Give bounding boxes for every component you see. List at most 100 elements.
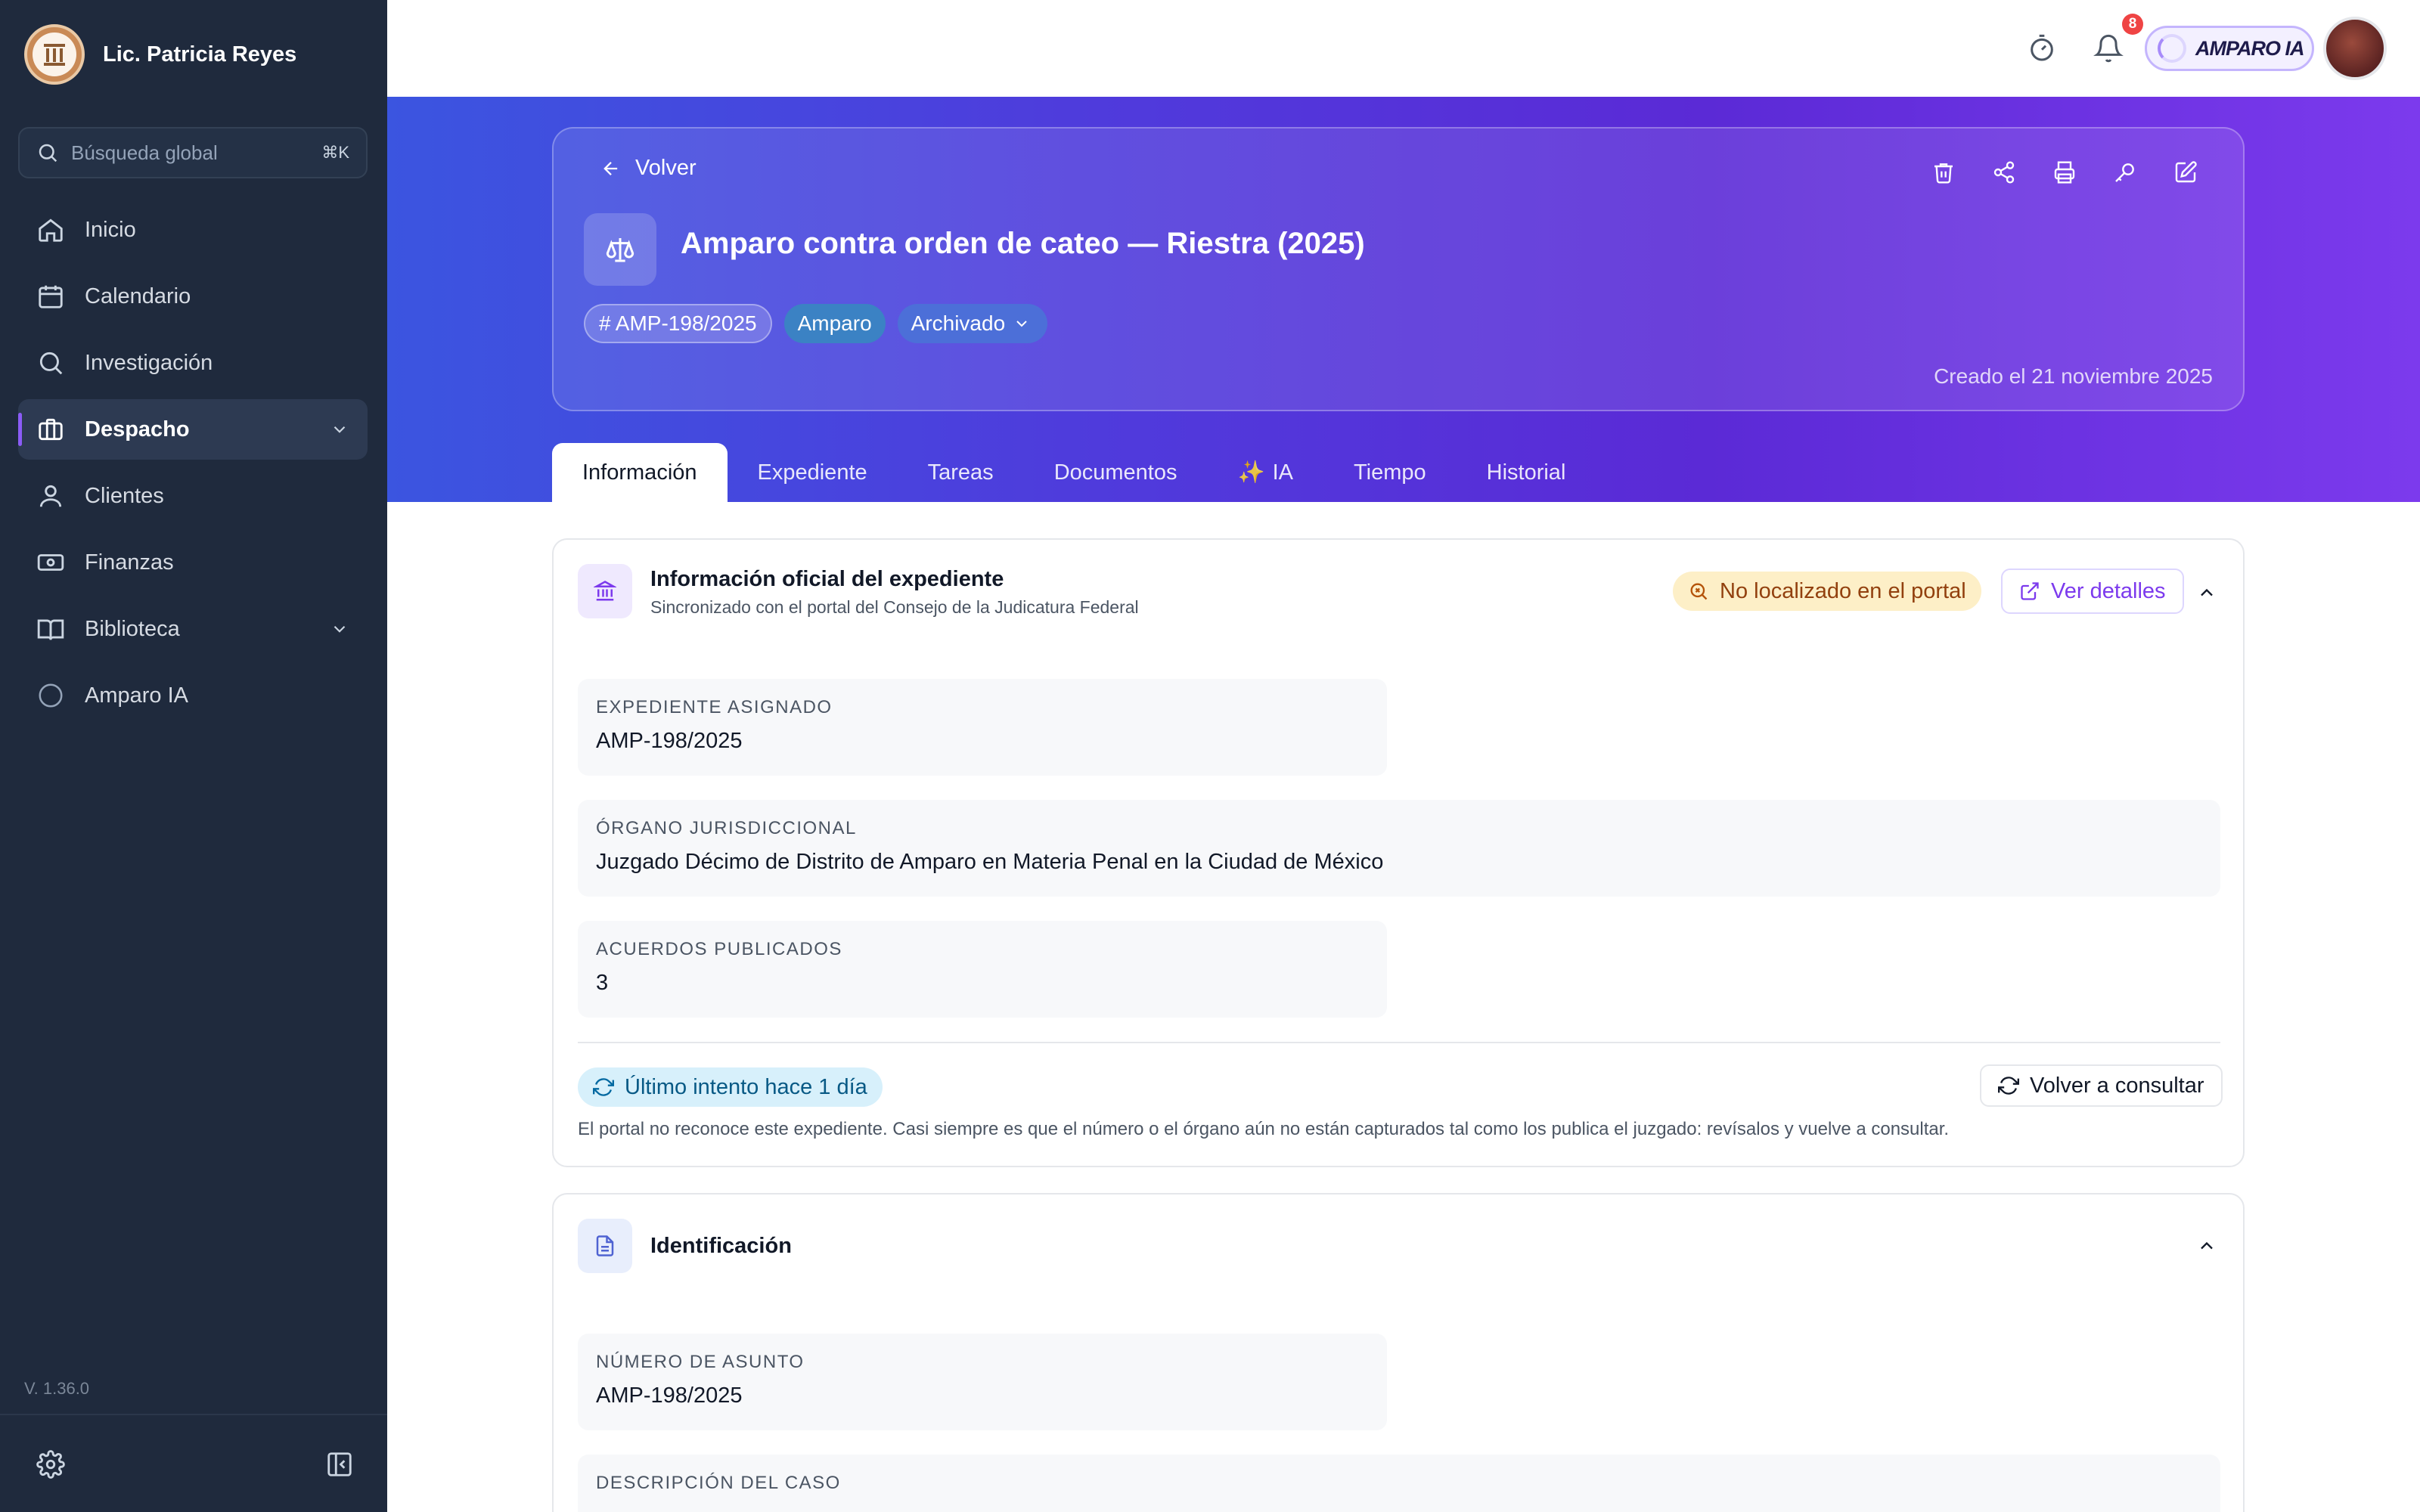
- sidebar-item-label: Finanzas: [85, 550, 174, 575]
- field-label: ÓRGANO JURISDICCIONAL: [596, 818, 857, 838]
- chevron-down-icon: [334, 426, 346, 433]
- back-button[interactable]: Volver: [600, 156, 697, 181]
- chevron-down-icon: [334, 625, 346, 633]
- gear-icon[interactable]: [36, 1450, 65, 1479]
- sidebar-item-calendario[interactable]: Calendario: [18, 266, 368, 327]
- view-details-button[interactable]: Ver detalles: [2001, 569, 2184, 614]
- tab-label: Tiempo: [1354, 460, 1426, 485]
- sidebar-nav: Inicio Calendario Investigación Despacho…: [18, 200, 368, 732]
- field-expediente-asignado: EXPEDIENTE ASIGNADO AMP-198/2025: [578, 679, 1387, 776]
- portal-note: El portal no reconoce este expediente. C…: [578, 1119, 1950, 1139]
- bell-icon[interactable]: [2093, 33, 2124, 64]
- trash-icon[interactable]: [1931, 160, 1956, 184]
- tab-label: Expediente: [757, 460, 867, 485]
- search-icon: [39, 144, 57, 163]
- sidebar: Lic. Patricia Reyes Búsqueda global ⌘K I…: [0, 0, 387, 1512]
- user-icon: [39, 485, 62, 507]
- portal-status-label: No localizado en el portal: [1720, 578, 1966, 603]
- search-placeholder: Búsqueda global: [71, 141, 218, 164]
- field-label: DESCRIPCIÓN DEL CASO: [596, 1473, 841, 1493]
- search-shortcut: ⌘K: [321, 143, 349, 162]
- field-value: AMP-198/2025: [596, 1383, 743, 1408]
- card-subtitle: Sincronizado con el portal del Consejo d…: [650, 597, 1139, 617]
- global-search[interactable]: Búsqueda global ⌘K: [18, 127, 368, 178]
- chevron-up-icon[interactable]: [2196, 1235, 2217, 1256]
- field-label: ACUERDOS PUBLICADOS: [596, 939, 842, 959]
- edit-icon[interactable]: [2173, 160, 2198, 184]
- case-id-chip: # AMP-198/2025: [584, 304, 772, 343]
- chevron-down-icon: [1016, 321, 1027, 327]
- arrow-left-icon: [603, 161, 618, 175]
- notification-badge: 8: [2122, 14, 2143, 35]
- briefcase-icon: [39, 418, 63, 441]
- portal-status-badge: No localizado en el portal: [1673, 572, 1981, 611]
- divider: [578, 1042, 2220, 1043]
- collapse-sidebar-icon[interactable]: [325, 1450, 354, 1479]
- avatar[interactable]: [2323, 17, 2387, 80]
- tab-documentos[interactable]: Documentos: [1024, 443, 1208, 502]
- case-chips: # AMP-198/2025 Amparo Archivado: [584, 304, 1048, 343]
- amparo-ia-label: AMPARO IA: [2195, 36, 2304, 60]
- refresh-icon: [593, 1078, 614, 1096]
- landmark-icon: [578, 564, 632, 618]
- tab-informacion[interactable]: Información: [552, 443, 728, 502]
- field-organo-jurisdiccional: ÓRGANO JURISDICCIONAL Juzgado Décimo de …: [578, 800, 2220, 897]
- tab-tiempo[interactable]: Tiempo: [1323, 443, 1457, 502]
- sidebar-item-label: Amparo IA: [85, 683, 188, 708]
- sparkles-icon: ✨: [1237, 460, 1265, 485]
- sidebar-item-despacho[interactable]: Despacho: [18, 399, 368, 460]
- sidebar-item-biblioteca[interactable]: Biblioteca: [18, 599, 368, 659]
- tab-label: Documentos: [1053, 460, 1177, 485]
- user-name[interactable]: Lic. Patricia Reyes: [103, 42, 296, 67]
- external-link-icon: [2021, 582, 2039, 600]
- search-x-icon: [1690, 583, 1708, 600]
- tab-expediente[interactable]: Expediente: [728, 443, 898, 502]
- share-icon[interactable]: [1992, 160, 2016, 184]
- field-descripcion-caso: DESCRIPCIÓN DEL CASO: [578, 1455, 2220, 1512]
- card-title: Identificación: [650, 1234, 792, 1258]
- tab-historial[interactable]: Historial: [1457, 443, 1596, 502]
- case-tabs: Información Expediente Tareas Documentos…: [552, 443, 1596, 502]
- official-info-card: Información oficial del expediente Sincr…: [552, 538, 2245, 1167]
- field-label: EXPEDIENTE ASIGNADO: [596, 697, 833, 717]
- case-status-dropdown[interactable]: Archivado: [897, 304, 1048, 343]
- card-title: Información oficial del expediente: [650, 567, 1004, 591]
- page-title: Amparo contra orden de cateo — Riestra (…: [681, 227, 1365, 260]
- field-label: NÚMERO DE ASUNTO: [596, 1352, 805, 1372]
- sidebar-item-label: Calendario: [85, 284, 191, 308]
- last-attempt-label: Último intento hace 1 día: [625, 1074, 867, 1099]
- search-icon: [39, 352, 63, 375]
- tab-tareas[interactable]: Tareas: [898, 443, 1024, 502]
- sidebar-item-label: Clientes: [85, 483, 164, 508]
- sidebar-header: Lic. Patricia Reyes: [24, 23, 296, 86]
- timer-icon[interactable]: [2027, 33, 2057, 64]
- chevron-up-icon[interactable]: [2196, 582, 2217, 603]
- case-header-card: Volver Amparo contra orden de cateo — Ri…: [552, 127, 2245, 411]
- tab-label: Historial: [1486, 460, 1566, 485]
- retry-button[interactable]: Volver a consultar: [1980, 1064, 2223, 1107]
- retry-label: Volver a consultar: [2030, 1073, 2204, 1098]
- sidebar-item-investigacion[interactable]: Investigación: [18, 333, 368, 393]
- field-acuerdos-publicados: ACUERDOS PUBLICADOS 3: [578, 921, 1387, 1018]
- field-value: AMP-198/2025: [596, 729, 743, 753]
- sidebar-item-finanzas[interactable]: Finanzas: [18, 532, 368, 593]
- sidebar-item-label: Biblioteca: [85, 616, 180, 641]
- back-label: Volver: [635, 156, 697, 180]
- sidebar-item-amparo-ia[interactable]: Amparo IA: [18, 665, 368, 726]
- book-icon: [37, 619, 64, 640]
- tab-label: IA: [1272, 460, 1294, 485]
- key-icon[interactable]: [2113, 160, 2137, 184]
- sidebar-item-inicio[interactable]: Inicio: [18, 200, 368, 260]
- refresh-icon: [1998, 1077, 2019, 1095]
- tab-ia[interactable]: ✨ IA: [1208, 443, 1324, 502]
- loading-ring-icon: [2158, 34, 2186, 63]
- sidebar-item-label: Investigación: [85, 350, 213, 375]
- amparo-ia-button[interactable]: AMPARO IA: [2145, 26, 2314, 71]
- tab-label: Tareas: [927, 460, 994, 485]
- home-icon: [39, 218, 63, 242]
- calendar-icon: [39, 285, 63, 308]
- sidebar-item-clientes[interactable]: Clientes: [18, 466, 368, 526]
- document-icon: [578, 1219, 632, 1273]
- identification-card: Identificación NÚMERO DE ASUNTO AMP-198/…: [552, 1193, 2245, 1512]
- print-icon[interactable]: [2052, 160, 2077, 184]
